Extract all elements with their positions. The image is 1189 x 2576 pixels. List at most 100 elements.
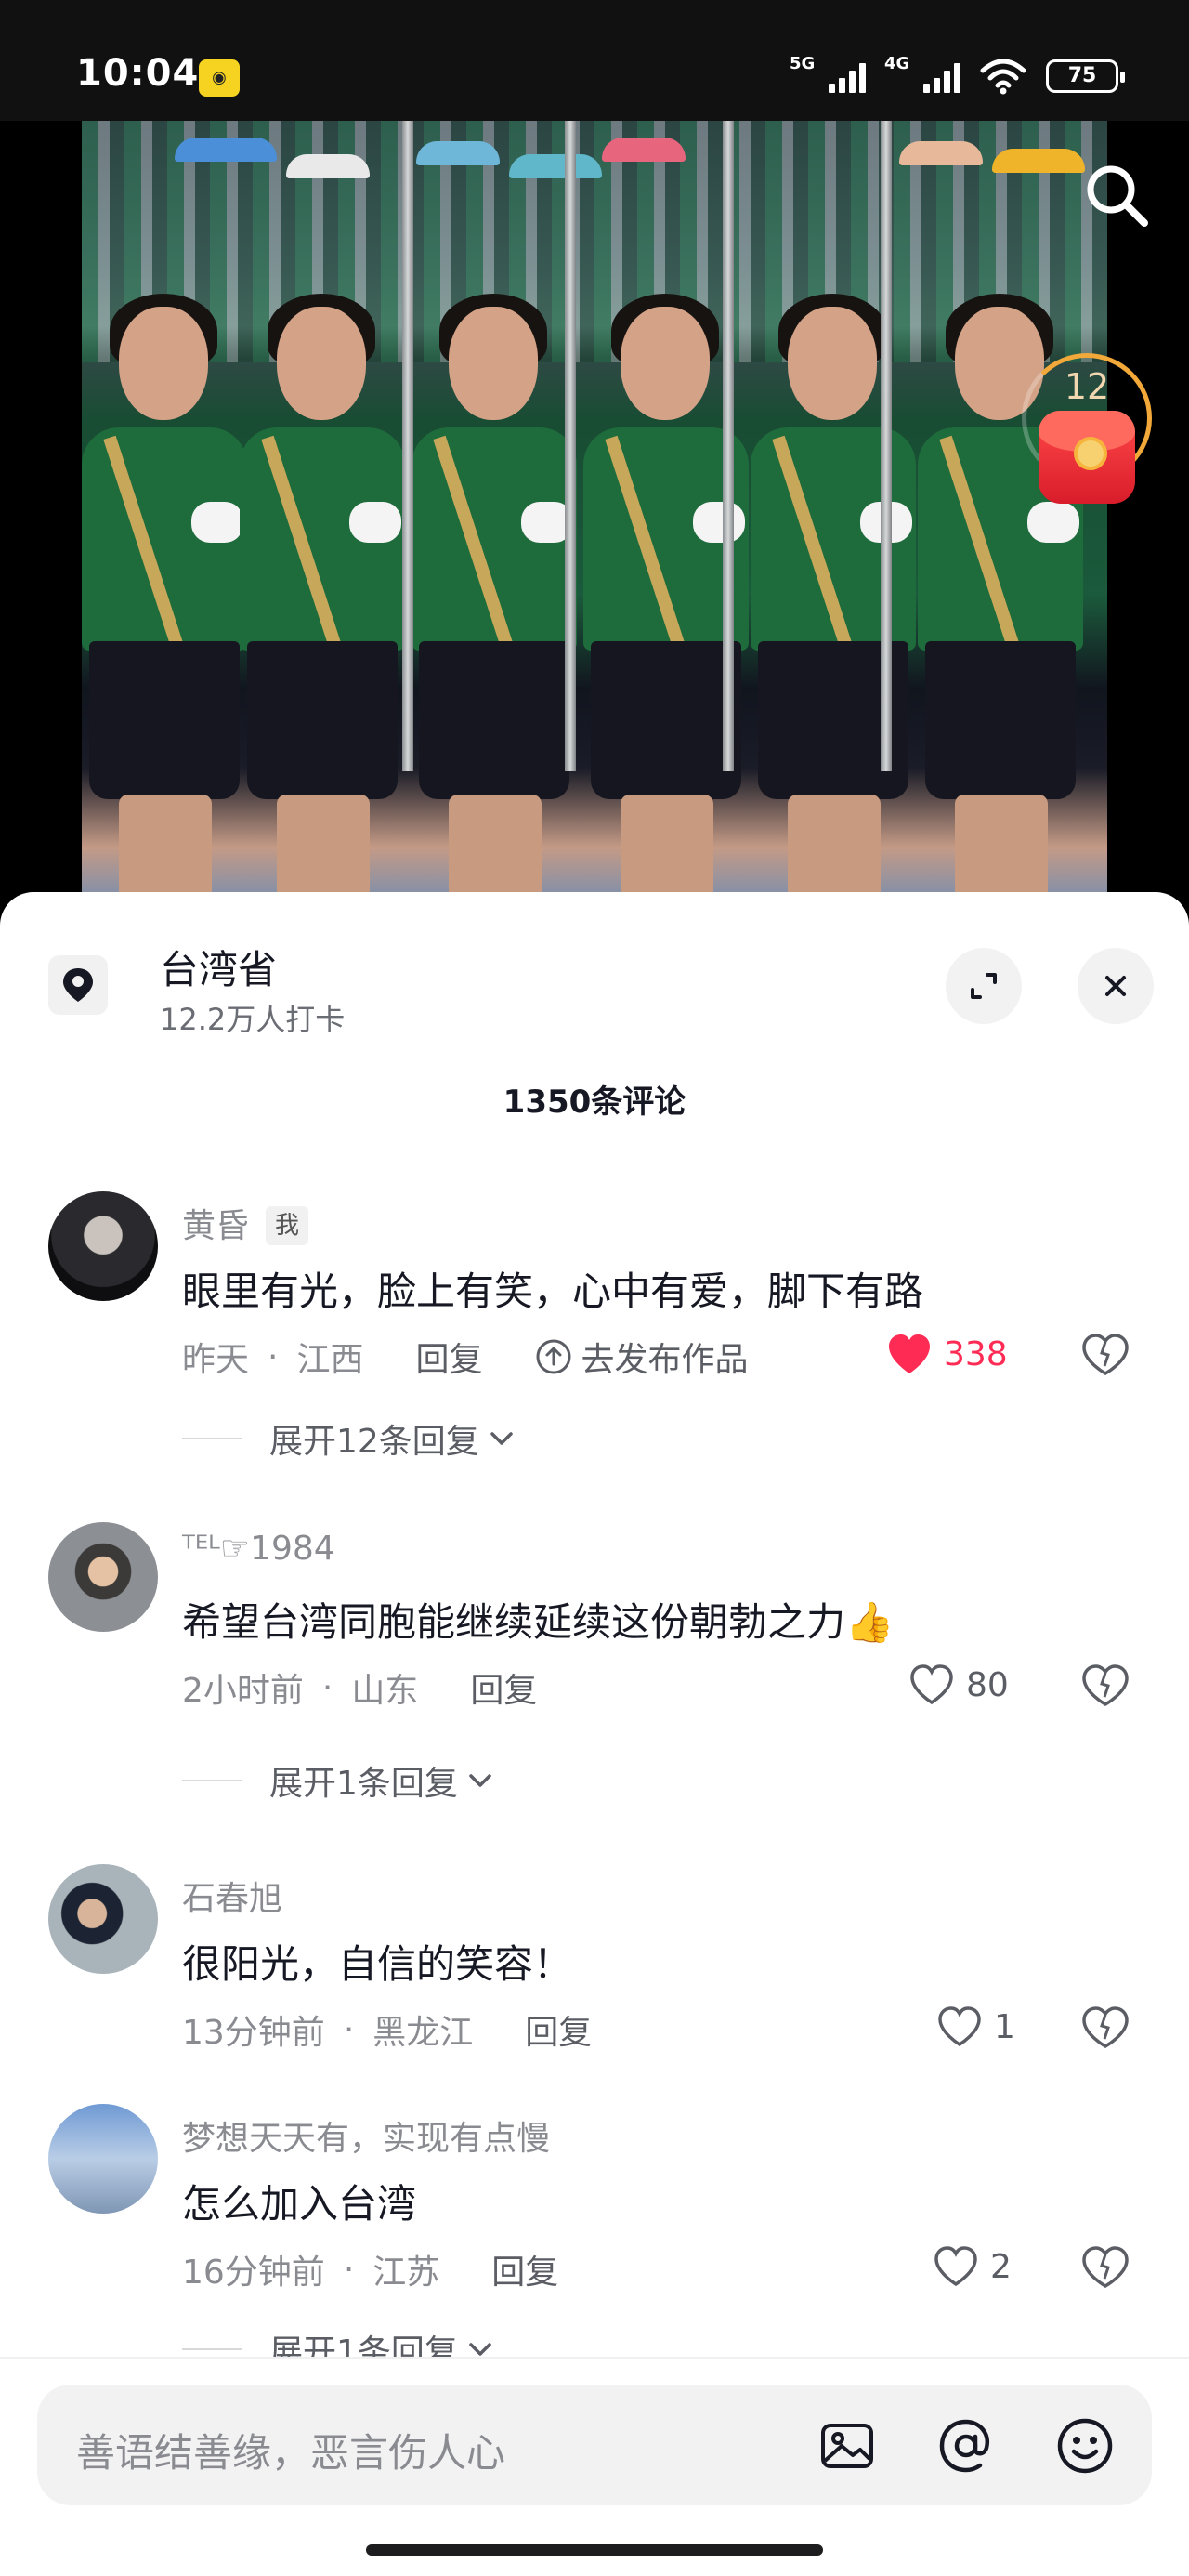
flag-pole <box>881 121 892 771</box>
thumbs-up-emoji: 👍 <box>845 1599 895 1645</box>
expand-line <box>182 1780 242 1781</box>
reply-button[interactable]: 回复 <box>415 1333 482 1381</box>
signal-5g-icon: 5G <box>790 54 866 93</box>
reply-button[interactable]: 回复 <box>491 2245 558 2293</box>
expand-label: 展开1条回复 <box>269 1765 458 1803</box>
emoji-icon[interactable] <box>1055 2416 1115 2476</box>
umbrella-shape <box>509 154 602 178</box>
flag-pole <box>402 121 413 771</box>
heart-icon <box>889 1334 930 1373</box>
signal-4g-label: 4G <box>884 54 910 73</box>
heart-icon <box>938 2006 981 2047</box>
meta-separator: · <box>343 2010 355 2049</box>
comment-meta: 16分钟前 · 江苏 回复 <box>182 2245 558 2293</box>
heart-icon <box>934 2246 977 2287</box>
expand-replies-button[interactable]: 展开12条回复 <box>182 1414 518 1463</box>
avatar[interactable] <box>48 2104 158 2214</box>
meta-separator: · <box>343 2250 355 2289</box>
umbrella-shape <box>416 141 500 165</box>
battery-indicator: 75 <box>1046 59 1125 93</box>
umbrella-shape <box>602 138 686 162</box>
location-checkins: 12.2万人打卡 <box>160 1002 346 1037</box>
comment-text[interactable]: 很阳光，自信的笑容！ <box>182 1933 572 1990</box>
expand-replies-button[interactable]: 展开1条回复 <box>182 1756 497 1805</box>
at-icon[interactable] <box>936 2416 996 2476</box>
like-button[interactable]: 80 <box>908 1663 1009 1706</box>
home-indicator[interactable] <box>366 2544 823 2556</box>
flag-pole <box>565 121 576 771</box>
comment-meta: 2小时前 · 山东 回复 <box>182 1663 537 1712</box>
like-count: 338 <box>944 1334 1008 1373</box>
dislike-heart-icon[interactable] <box>1079 2005 1131 2050</box>
flag-pole <box>723 121 734 771</box>
reply-button[interactable]: 回复 <box>470 1663 537 1712</box>
video-person <box>82 294 247 911</box>
avatar[interactable] <box>48 1522 158 1632</box>
publish-work-button[interactable]: 去发布作品 <box>535 1333 749 1381</box>
dislike-heart-icon[interactable] <box>1079 1663 1131 1708</box>
comment-region: 黑龙江 <box>372 2014 474 2052</box>
comment-time: 2小时前 <box>182 1672 304 1710</box>
umbrella-shape <box>899 141 983 165</box>
video-frame <box>82 121 1107 911</box>
comment-text[interactable]: 希望台湾同胞能继续延续这份朝勃之力👍 <box>182 1591 894 1648</box>
location-pin-icon <box>48 955 108 1015</box>
like-count: 2 <box>990 2247 1012 2286</box>
comment-count: 1350条评论 <box>503 1084 686 1121</box>
expand-icon <box>971 973 997 999</box>
comment-region: 山东 <box>351 1672 419 1710</box>
expand-button[interactable] <box>946 948 1022 1024</box>
avatar[interactable] <box>48 1864 158 1974</box>
comment-meta: 13分钟前 · 黑龙江 回复 <box>182 2005 592 2054</box>
status-bar: 10:04 ◉ 5G 4G 75 <box>0 0 1189 121</box>
comment-meta: 昨天 · 江西 回复 去发布作品 <box>182 1333 749 1381</box>
comment-time: 昨天 <box>182 1341 250 1379</box>
search-icon[interactable] <box>1079 158 1154 232</box>
me-tag: 我 <box>266 1206 309 1245</box>
like-count: 1 <box>994 2007 1015 2046</box>
like-count: 80 <box>966 1665 1009 1704</box>
comment-username[interactable]: 黄昏我 <box>182 1199 309 1247</box>
comment-username[interactable]: 梦想天天有，实现有点慢 <box>182 2111 550 2160</box>
red-packet-count: 12 <box>1064 366 1110 407</box>
comment-text[interactable]: 怎么加入台湾 <box>182 2173 416 2229</box>
username-text[interactable]: 梦想天天有，实现有点慢 <box>182 2120 550 2158</box>
close-icon <box>1105 976 1126 996</box>
image-icon[interactable] <box>817 2416 877 2476</box>
chevron-down-icon <box>490 1432 513 1445</box>
comments-panel: 台湾省 12.2万人打卡 1350条评论 黄昏我 眼里有光，脸上有笑，心中有爱，… <box>0 892 1189 2576</box>
video-player[interactable]: 12 <box>0 121 1189 911</box>
comment-text[interactable]: 眼里有光，脸上有笑，心中有爱，脚下有路 <box>182 1260 923 1317</box>
username-text[interactable]: 石春旭 <box>182 1880 282 1918</box>
location-title[interactable]: 台湾省 <box>160 939 277 995</box>
username-text[interactable]: ᵀᴱᴸ☞1984 <box>182 1530 335 1568</box>
meta-separator: · <box>268 1337 279 1376</box>
expand-label: 展开12条回复 <box>269 1423 479 1461</box>
avatar[interactable] <box>48 1191 158 1301</box>
publish-label: 去发布作品 <box>581 1341 749 1379</box>
app-notification-icon: ◉ <box>199 59 240 97</box>
like-button[interactable]: 338 <box>886 1333 1008 1375</box>
video-person <box>240 294 405 911</box>
signal-4g-icon: 4G <box>884 54 960 93</box>
expand-line <box>182 1438 242 1439</box>
umbrella-shape <box>175 138 277 162</box>
heart-icon <box>910 1664 953 1705</box>
chevron-down-icon <box>469 1774 491 1787</box>
dislike-heart-icon[interactable] <box>1079 1333 1131 1377</box>
wifi-icon <box>980 59 1026 95</box>
publish-icon <box>536 1339 570 1374</box>
umbrella-shape <box>286 154 370 178</box>
username-text[interactable]: 黄昏 <box>182 1207 249 1245</box>
close-button[interactable] <box>1078 948 1154 1024</box>
comment-username[interactable]: 石春旭 <box>182 1872 282 1920</box>
like-button[interactable]: 2 <box>933 2245 1012 2288</box>
comment-username[interactable]: ᵀᴱᴸ☞1984 <box>182 1530 335 1568</box>
reply-button[interactable]: 回复 <box>525 2005 592 2054</box>
like-button[interactable]: 1 <box>936 2005 1015 2048</box>
status-time: 10:04 <box>76 52 200 95</box>
red-packet-widget[interactable]: 12 <box>1022 353 1152 504</box>
comment-input[interactable]: 善语结善缘，恶言伤人心 <box>37 2385 1152 2505</box>
dislike-heart-icon[interactable] <box>1079 2245 1131 2290</box>
comment-text-body: 希望台湾同胞能继续延续这份朝勃之力 <box>182 1599 846 1645</box>
